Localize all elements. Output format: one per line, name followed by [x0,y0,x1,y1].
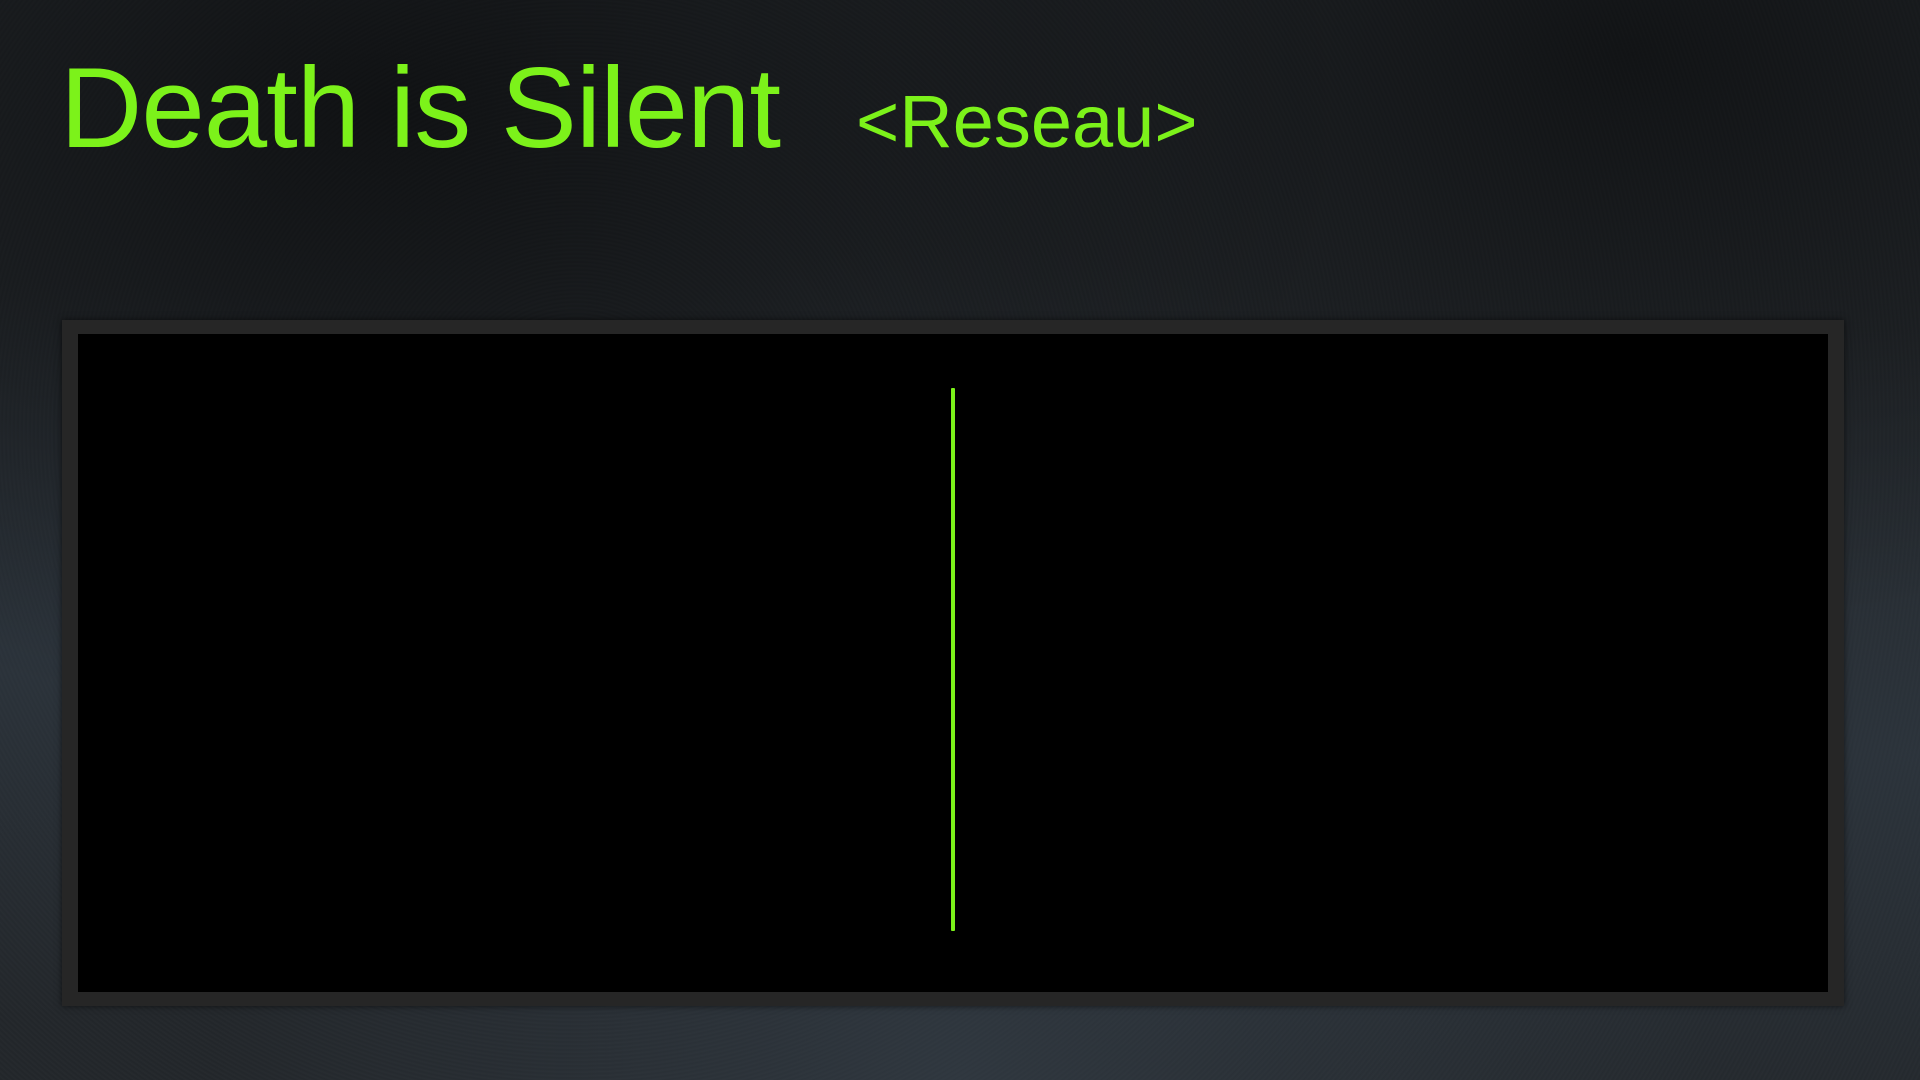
display-screen [78,334,1828,992]
target-name: Death is Silent [60,45,781,172]
target-header: Death is Silent <Reseau> [60,52,1198,166]
display-panel [62,320,1844,1006]
target-guild: <Reseau> [856,80,1198,163]
position-indicator-line [951,388,955,931]
